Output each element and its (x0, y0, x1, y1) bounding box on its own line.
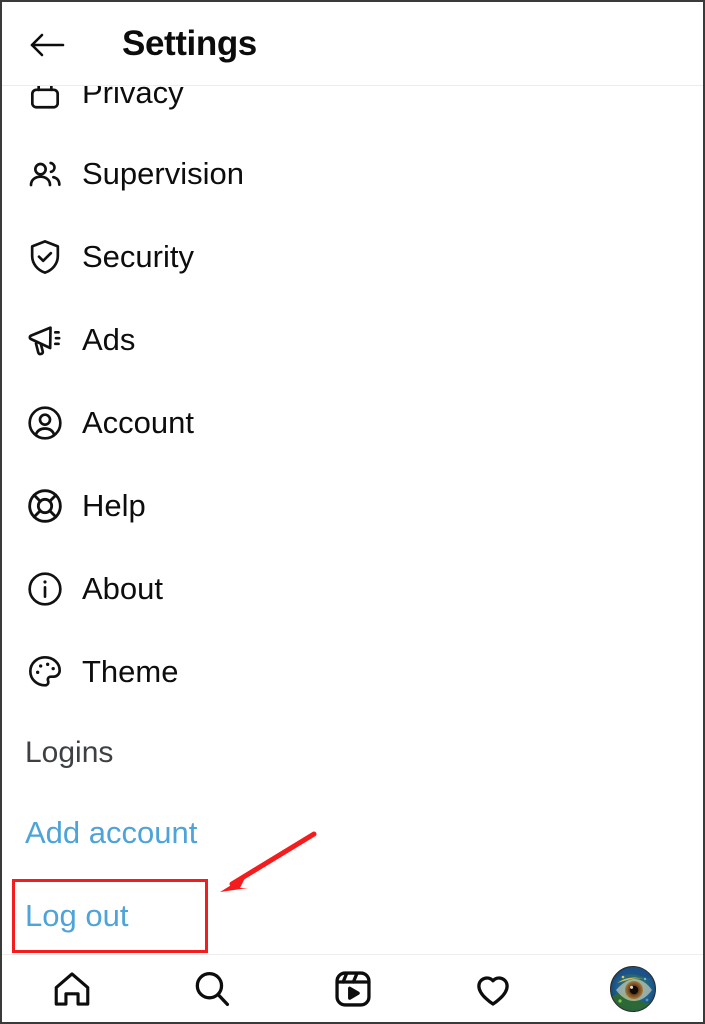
arrow-left-icon (27, 29, 67, 61)
settings-row-help[interactable]: Help (2, 464, 703, 547)
settings-row-theme[interactable]: Theme (2, 630, 703, 713)
avatar-eye-image (610, 966, 655, 1011)
home-icon (50, 967, 94, 1011)
reels-icon (331, 967, 375, 1011)
annotation-arrow (202, 828, 332, 908)
settings-row-label: Security (82, 238, 194, 274)
bottom-navigation-bar (2, 954, 703, 1022)
people-icon (22, 154, 68, 194)
nav-item-activity[interactable] (423, 955, 563, 1022)
settings-row-label: Help (82, 487, 146, 523)
nav-item-reels[interactable] (282, 955, 422, 1022)
settings-row-label: Ads (82, 321, 136, 357)
back-button[interactable] (24, 24, 70, 66)
megaphone-icon (22, 320, 68, 360)
palette-icon (22, 652, 68, 692)
app-header: Settings (2, 2, 703, 86)
page-title: Settings (122, 24, 257, 63)
life-ring-icon (22, 486, 68, 526)
heart-icon (471, 967, 515, 1011)
settings-row-security[interactable]: Security (2, 215, 703, 298)
settings-row-label: Supervision (82, 155, 244, 191)
nav-item-home[interactable] (2, 955, 142, 1022)
nav-item-profile[interactable] (563, 955, 703, 1022)
log-out-link[interactable]: Log out (25, 898, 128, 934)
settings-row-label: Theme (82, 653, 179, 689)
settings-row-label: Account (82, 404, 195, 440)
settings-row-about[interactable]: About (2, 547, 703, 630)
logins-section-title: Logins (25, 736, 114, 769)
nav-item-search[interactable] (142, 955, 282, 1022)
settings-row-supervision[interactable]: Supervision (2, 132, 703, 215)
search-icon (190, 967, 234, 1011)
settings-screen: Privacy Supervision Security Ads Account… (0, 0, 705, 1024)
settings-row-account[interactable]: Account (2, 381, 703, 464)
add-account-link[interactable]: Add account (25, 815, 197, 851)
info-circle-icon (22, 569, 68, 609)
avatar (609, 965, 656, 1012)
shield-check-icon (22, 237, 68, 277)
person-circle-icon (22, 403, 68, 443)
settings-row-label: About (82, 570, 164, 606)
settings-row-ads[interactable]: Ads (2, 298, 703, 381)
